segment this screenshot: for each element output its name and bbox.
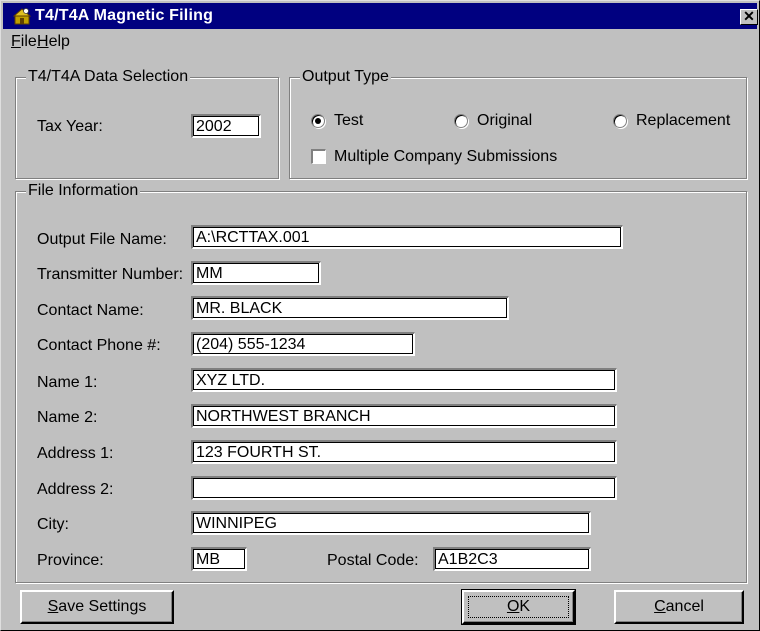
menu-help-mnemonic: H [37,33,49,50]
output-file-name-label: Output File Name: [37,231,167,248]
transmitter-number-input[interactable]: MM [191,261,321,285]
postal-code-label: Postal Code: [327,552,419,569]
file-info-group: File Information Output File Name: A:\RC… [15,182,747,583]
radio-test-label[interactable]: Test [334,112,363,130]
menu-bar: File Help [3,30,757,54]
menu-file-label: ile [20,33,37,50]
data-selection-group: T4/T4A Data Selection Tax Year: 2002 [15,68,279,179]
name1-value: XYZ LTD. [196,372,266,389]
address1-input[interactable]: 123 FOURTH ST. [191,440,617,464]
radio-test-dot [315,118,321,124]
output-file-name-input[interactable]: A:\RCTTAX.001 [191,225,623,249]
menu-help-label: elp [48,33,70,50]
cancel-button[interactable]: Cancel [614,590,744,624]
city-value: WINNIPEG [196,515,277,532]
menu-help[interactable]: Help [37,33,70,51]
save-settings-mnemonic: S [47,598,59,615]
cancel-mnemonic: C [654,598,666,615]
save-settings-button[interactable]: Save Settings [20,590,174,624]
name2-value: NORTHWEST BRANCH [196,408,371,425]
app-icon [13,8,31,25]
ok-label: OK [507,598,530,615]
address1-value: 123 FOURTH ST. [196,444,322,461]
contact-name-input[interactable]: MR. BLACK [191,296,509,320]
output-type-group: Output Type Test Original Replacement Mu… [289,68,747,179]
ok-rest: K [519,598,531,615]
name2-label: Name 2: [37,409,98,426]
city-label: City: [37,516,69,533]
postal-code-value: A1B2C3 [438,551,498,568]
province-label: Province: [37,552,104,569]
address1-label: Address 1: [37,445,114,462]
transmitter-number-value: MM [196,265,223,282]
radio-replacement[interactable] [613,114,627,128]
cancel-label: Cancel [654,598,704,615]
name2-input[interactable]: NORTHWEST BRANCH [191,404,617,428]
menu-file[interactable]: File [11,33,37,51]
dialog-window: T4/T4A Magnetic Filing ✕ File Help T4/T4… [0,0,760,631]
province-value: MB [196,551,220,568]
tax-year-label: Tax Year: [37,118,103,135]
save-settings-rest: ave Settings [58,598,147,615]
address2-label: Address 2: [37,481,114,498]
ok-button[interactable]: OK [461,589,576,625]
multiple-company-label[interactable]: Multiple Company Submissions [334,148,557,166]
contact-name-value: MR. BLACK [196,300,283,317]
tax-year-input[interactable]: 2002 [191,114,261,138]
multiple-company-checkbox[interactable] [311,149,326,164]
tax-year-value: 2002 [196,118,232,135]
title-bar[interactable]: T4/T4A Magnetic Filing ✕ [3,3,758,29]
save-settings-label: Save Settings [48,598,147,615]
radio-replacement-label[interactable]: Replacement [636,112,730,130]
radio-original[interactable] [454,114,468,128]
cancel-rest: ancel [665,598,704,615]
file-info-legend: File Information [26,182,141,200]
close-icon: ✕ [743,8,755,24]
contact-phone-label: Contact Phone #: [37,337,161,354]
transmitter-number-label: Transmitter Number: [37,266,184,283]
province-input[interactable]: MB [191,547,247,571]
postal-code-input[interactable]: A1B2C3 [433,547,591,571]
close-button[interactable]: ✕ [740,9,758,25]
window-title: T4/T4A Magnetic Filing [35,7,214,24]
city-input[interactable]: WINNIPEG [191,511,591,535]
radio-original-label[interactable]: Original [477,112,532,130]
ok-mnemonic: O [506,598,520,615]
name1-input[interactable]: XYZ LTD. [191,368,617,392]
data-selection-legend: T4/T4A Data Selection [26,68,191,86]
contact-name-label: Contact Name: [37,302,144,319]
menu-file-mnemonic: F [11,33,21,50]
contact-phone-input[interactable]: (204) 555-1234 [191,332,415,356]
contact-phone-value: (204) 555-1234 [196,336,306,353]
name1-label: Name 1: [37,374,98,391]
address2-input[interactable] [191,476,617,500]
radio-test[interactable] [311,114,325,128]
output-type-legend: Output Type [300,68,391,86]
output-file-name-value: A:\RCTTAX.001 [196,229,310,246]
